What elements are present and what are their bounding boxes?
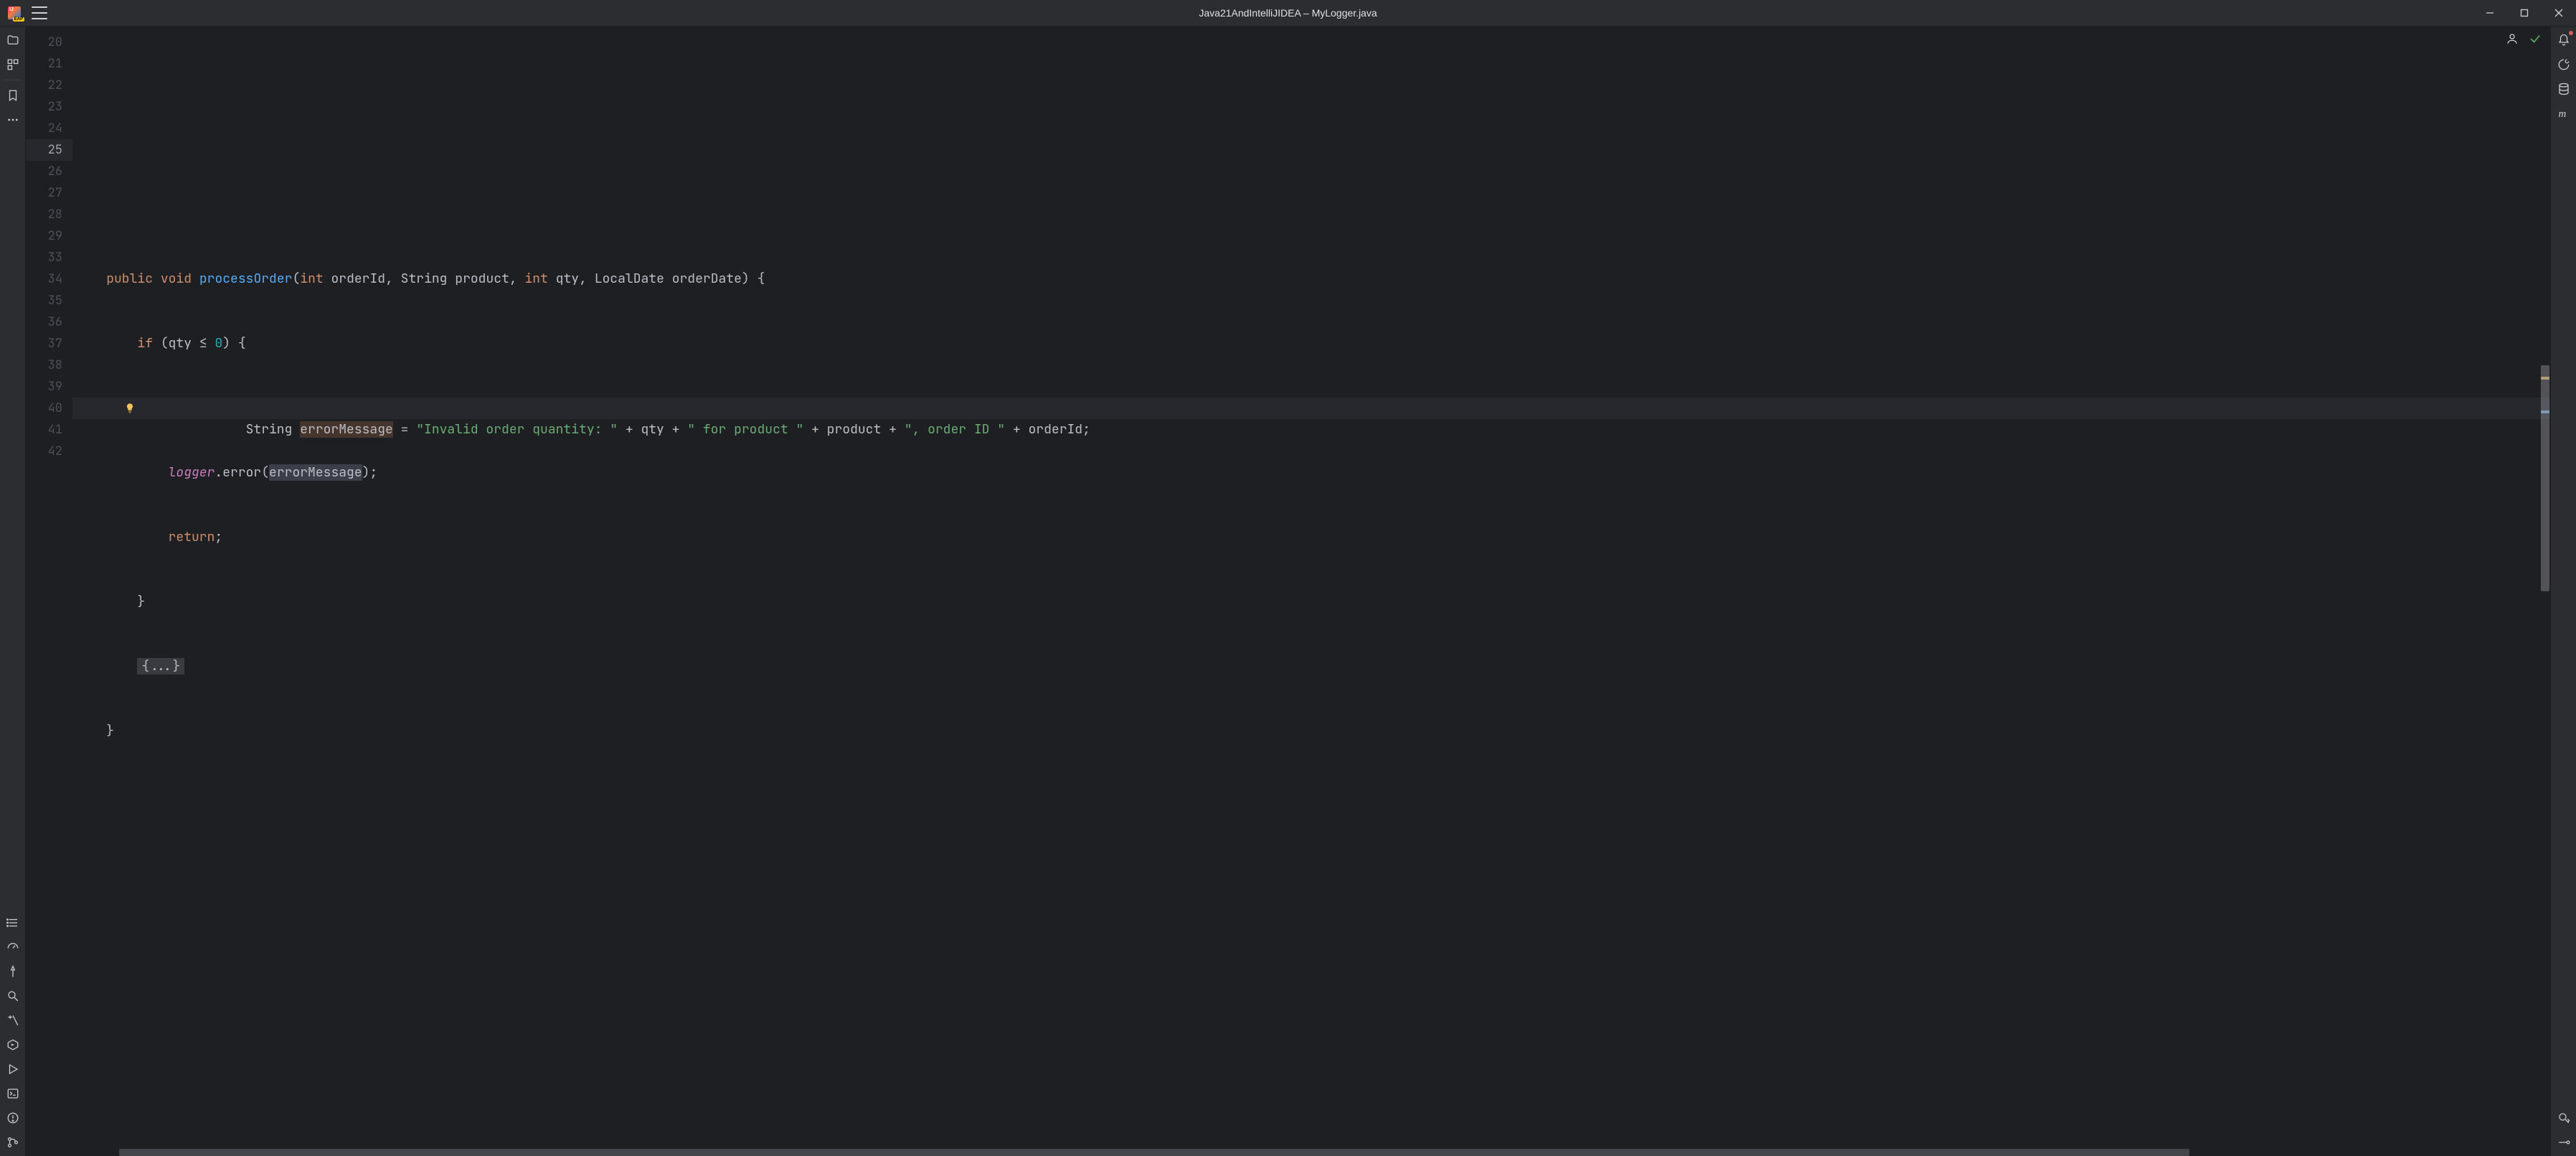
horizontal-scrollbar[interactable] bbox=[119, 1149, 2189, 1156]
left-tool-rail bbox=[0, 27, 26, 1156]
code-line: public void processOrder(int orderId, St… bbox=[72, 268, 2550, 290]
ai-tool-icon[interactable] bbox=[2553, 54, 2575, 75]
vcs-tool-icon[interactable] bbox=[2, 1132, 24, 1153]
line-number: 29 bbox=[26, 225, 72, 247]
line-number: 36 bbox=[26, 311, 72, 333]
build-tool-icon[interactable] bbox=[2, 1010, 24, 1031]
code-line: {...} bbox=[72, 656, 2550, 677]
more-tool-icon[interactable] bbox=[2, 109, 24, 131]
close-button[interactable] bbox=[2542, 0, 2576, 27]
structure-tool-icon[interactable] bbox=[2, 54, 24, 75]
problems-tool-icon[interactable] bbox=[2, 1107, 24, 1129]
app-icon: EAP bbox=[7, 6, 22, 20]
vertical-scrollbar[interactable] bbox=[2540, 27, 2550, 1156]
line-number: 24 bbox=[26, 118, 72, 139]
terminal-tool-icon[interactable] bbox=[2, 1083, 24, 1104]
database-tool-icon[interactable] bbox=[2553, 78, 2575, 100]
line-number: 20 bbox=[26, 32, 72, 53]
folded-region[interactable]: {...} bbox=[137, 658, 184, 675]
project-tool-icon[interactable] bbox=[2, 29, 24, 51]
gutter[interactable]: 20 21 22 23 24 25 26 27 28 29 33 34 35 3… bbox=[26, 27, 72, 1156]
notifications-tool-icon[interactable] bbox=[2553, 29, 2575, 51]
line-number: 25 bbox=[26, 139, 72, 161]
line-number: 28 bbox=[26, 204, 72, 225]
code-area[interactable]: public void processOrder(int orderId, St… bbox=[72, 27, 2550, 1156]
run-tool-icon[interactable] bbox=[2, 1058, 24, 1080]
intention-bulb-icon[interactable] bbox=[124, 398, 136, 419]
line-number: 39 bbox=[26, 376, 72, 398]
window-title: Java21AndIntelliJIDEA – MyLogger.java bbox=[1199, 7, 1377, 19]
line-number: 35 bbox=[26, 290, 72, 311]
bookmarks-tool-icon[interactable] bbox=[2, 85, 24, 106]
line-number: 34 bbox=[26, 268, 72, 290]
todo-tool-icon[interactable] bbox=[2, 912, 24, 934]
minimize-button[interactable] bbox=[2473, 0, 2507, 27]
services-tool-icon[interactable] bbox=[2, 1034, 24, 1056]
search-tool-icon[interactable] bbox=[2, 985, 24, 1007]
line-number: 38 bbox=[26, 354, 72, 376]
line-number: 41 bbox=[26, 419, 72, 441]
collapse-rail-icon[interactable] bbox=[2553, 1132, 2575, 1153]
code-line: logger.error(errorMessage); bbox=[72, 462, 2550, 484]
code-line: if (qty ≤ 0) { bbox=[72, 333, 2550, 354]
maven-tool-icon[interactable]: m bbox=[2553, 103, 2575, 124]
coverage-tool-icon[interactable] bbox=[2553, 1107, 2575, 1129]
right-tool-rail: m bbox=[2550, 27, 2576, 1156]
line-number: 27 bbox=[26, 182, 72, 204]
profiler-tool-icon[interactable] bbox=[2, 936, 24, 958]
line-number: 40 bbox=[26, 398, 72, 419]
line-number: 26 bbox=[26, 161, 72, 182]
editor[interactable]: 20 21 22 23 24 25 26 27 28 29 33 34 35 3… bbox=[26, 27, 2550, 1156]
code-line: } bbox=[72, 720, 2550, 742]
title-bar: EAP Java21AndIntelliJIDEA – MyLogger.jav… bbox=[0, 0, 2576, 27]
quick-fix-tool-icon[interactable] bbox=[2, 961, 24, 982]
line-number: 21 bbox=[26, 53, 72, 75]
svg-text:m: m bbox=[2558, 108, 2566, 120]
line-number: 37 bbox=[26, 333, 72, 354]
notification-dot-icon bbox=[2569, 31, 2573, 35]
eap-badge: EAP bbox=[13, 17, 24, 22]
code-line: } bbox=[72, 591, 2550, 613]
code-line: return; bbox=[72, 527, 2550, 548]
main-menu-icon[interactable] bbox=[32, 6, 47, 19]
line-number: 23 bbox=[26, 96, 72, 118]
scroll-thumb[interactable] bbox=[2541, 365, 2549, 591]
line-number: 33 bbox=[26, 247, 72, 268]
maximize-button[interactable] bbox=[2507, 0, 2542, 27]
line-number: 42 bbox=[26, 441, 72, 462]
code-line: String errorMessage = "Invalid order qua… bbox=[72, 398, 2550, 419]
line-number: 22 bbox=[26, 75, 72, 96]
